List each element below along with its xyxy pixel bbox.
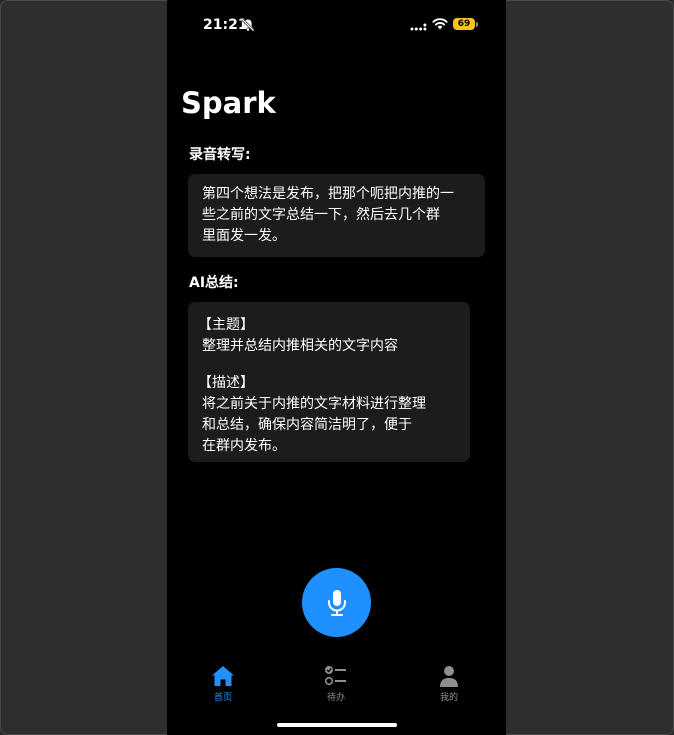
page-title: Spark [181,86,276,120]
tab-me-label: 我的 [439,693,458,703]
person-icon [440,666,458,687]
cellular-signal-icon [410,23,427,31]
transcript-label: 录音转写: [189,147,251,163]
house-icon [212,666,234,686]
checklist-icon [324,666,346,686]
microphone-icon [327,589,346,616]
summary-card: 【主题】 整理并总结内推相关的文字内容 【描述】 将之前关于内推的文字材料进行整… [188,302,470,462]
bell-slash-icon [241,18,255,32]
phone-screen: 21:21 69 Spark 录音转写: 第四个想法是发布，把那个呃把内推的一 … [167,0,506,735]
description-line: 和总结，确保内容简洁明了，便于 [202,417,412,433]
home-indicator[interactable] [277,723,397,727]
topic-header: 【主题】 [198,317,254,333]
summary-spacer [198,357,456,373]
topic-text: 整理并总结内推相关的文字内容 [202,338,398,354]
transcript-card: 第四个想法是发布，把那个呃把内推的一 些之前的文字总结一下，然后去几个群 里面发… [188,174,485,257]
description-line: 将之前关于内推的文字材料进行整理 [202,396,426,412]
battery-tip [476,22,478,27]
tab-todo[interactable]: 待办 [306,664,366,703]
description-header: 【描述】 [198,375,254,391]
transcript-line: 第四个想法是发布，把那个呃把内推的一 [202,186,454,202]
tab-home-label: 首页 [213,693,232,703]
record-button[interactable] [302,568,371,637]
tab-todo-label: 待办 [326,693,345,703]
transcript-line: 里面发一发。 [202,228,286,244]
tab-bar: 首页 待办 我的 [167,664,506,714]
summary-label: AI总结: [189,275,239,291]
tab-home[interactable]: 首页 [193,664,253,703]
wifi-icon [432,18,448,30]
transcript-line: 些之前的文字总结一下，然后去几个群 [202,207,440,223]
battery-indicator: 69 [453,18,475,30]
description-line: 在群内发布。 [202,438,286,454]
status-bar: 21:21 69 [167,0,506,50]
tab-me[interactable]: 我的 [419,664,479,703]
